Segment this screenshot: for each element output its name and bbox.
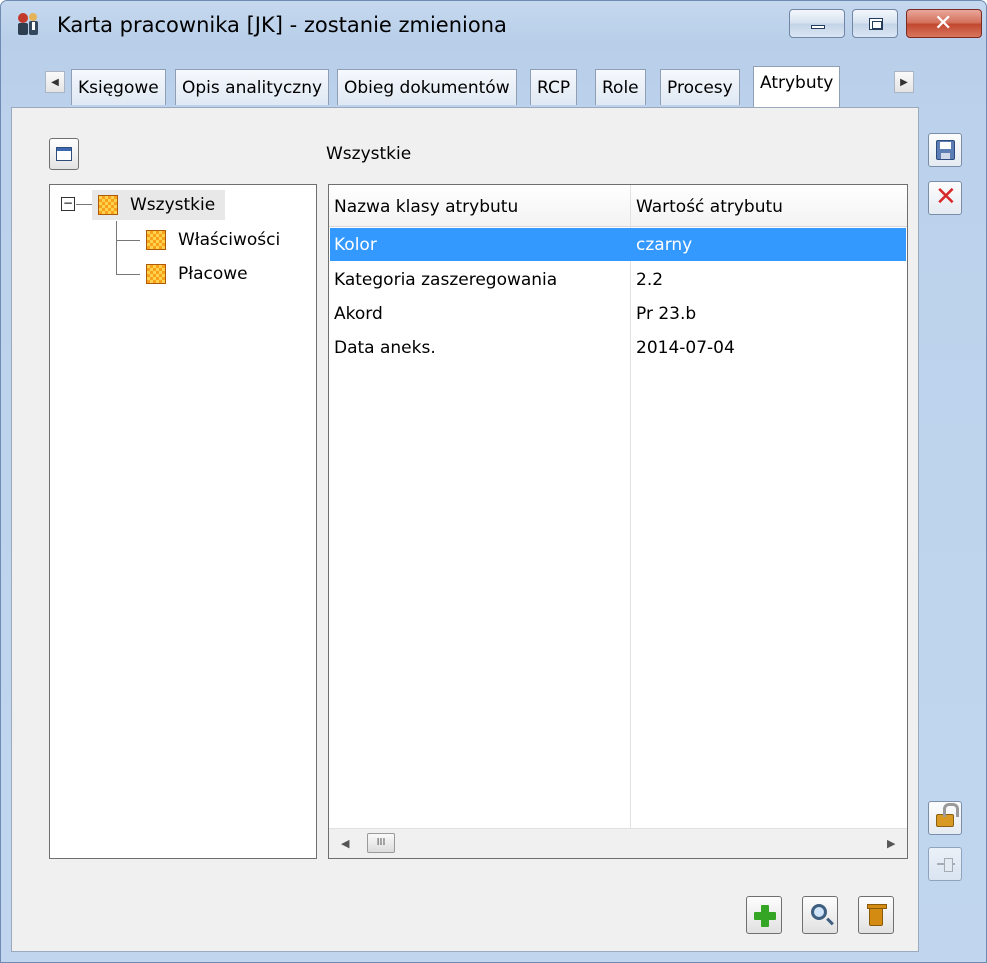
- attributes-grid[interactable]: Nazwa klasy atrybutu Wartość atrybutu Ko…: [328, 184, 908, 859]
- tab-label: Księgowe: [78, 78, 159, 98]
- title-bar[interactable]: Karta pracownika [JK] - zostanie zmienio…: [1, 1, 987, 51]
- tree-node-wszystkie[interactable]: Wszystkie: [92, 190, 226, 220]
- attribute-group-icon: [146, 264, 166, 284]
- unlock-icon: [936, 803, 959, 827]
- tab-atrybuty[interactable]: Atrybuty: [753, 66, 841, 107]
- tree-node-label: Wszystkie: [130, 195, 216, 215]
- horizontal-scrollbar[interactable]: ◀ III ▶: [329, 828, 907, 858]
- attribute-class-tree[interactable]: − Wszystkie Właściwości Płacowe: [49, 184, 317, 859]
- arrow-left-icon: ◀: [51, 76, 59, 88]
- tree-node-label: Właściwości: [178, 230, 281, 250]
- magnifier-icon: [811, 904, 827, 920]
- unlock-button[interactable]: [928, 801, 962, 835]
- table-row[interactable]: Kategoria zaszeregowania 2.2: [330, 263, 906, 296]
- close-window-button[interactable]: ✕: [906, 9, 982, 38]
- cell-class-name: Kategoria zaszeregowania: [334, 270, 558, 290]
- tab-label: Atrybuty: [760, 73, 834, 93]
- toggle-tree-button[interactable]: [49, 138, 79, 170]
- scroll-left-icon[interactable]: ◀: [341, 837, 349, 850]
- tab-label: Role: [602, 78, 639, 98]
- table-row[interactable]: Data aneks. 2014-07-04: [330, 331, 906, 364]
- cell-class-name: Kolor: [334, 235, 377, 255]
- window-icon: [56, 147, 72, 161]
- grid-header: Nazwa klasy atrybutu Wartość atrybutu: [329, 185, 907, 227]
- tree-connector: [116, 274, 140, 275]
- group-label: Wszystkie: [326, 144, 412, 164]
- tab-label: Opis analityczny: [182, 78, 323, 98]
- tab-ksiegowe[interactable]: Księgowe: [71, 69, 166, 105]
- tree-node-label: Płacowe: [178, 264, 248, 284]
- tab-scroll-right-button[interactable]: ▶: [894, 71, 914, 93]
- cell-class-name: Data aneks.: [334, 338, 436, 358]
- cell-value: 2.2: [636, 270, 664, 290]
- scroll-right-icon[interactable]: ▶: [887, 837, 895, 850]
- cell-value: Pr 23.b: [636, 304, 697, 324]
- tab-role[interactable]: Role: [595, 69, 646, 105]
- tab-label: Obieg dokumentów: [344, 78, 510, 98]
- employee-icon: [18, 13, 38, 35]
- cell-class-name: Akord: [334, 304, 383, 324]
- arrow-right-icon: ▶: [900, 76, 908, 88]
- window: Karta pracownika [JK] - zostanie zmienio…: [0, 0, 987, 963]
- tree-connector: [76, 204, 92, 205]
- restore-icon: [869, 18, 883, 30]
- column-header-class-name[interactable]: Nazwa klasy atrybutu: [334, 197, 518, 217]
- cancel-button[interactable]: ✕: [928, 181, 962, 215]
- column-header-value[interactable]: Wartość atrybutu: [636, 197, 783, 217]
- scrollbar-thumb[interactable]: III: [367, 833, 395, 853]
- minimize-icon: [811, 25, 825, 29]
- plus-icon: [754, 905, 776, 927]
- tree-connector: [116, 221, 117, 275]
- tab-label: RCP: [537, 78, 571, 98]
- cell-value: 2014-07-04: [636, 338, 735, 358]
- table-row[interactable]: Kolor czarny: [330, 228, 906, 261]
- tree-node-placowe[interactable]: Płacowe: [146, 259, 248, 289]
- attribute-group-icon: [146, 230, 166, 250]
- tab-procesy[interactable]: Procesy: [660, 69, 740, 105]
- save-icon: [936, 140, 955, 160]
- tree-node-wlasciwosci[interactable]: Właściwości: [146, 225, 280, 255]
- close-icon: ✕: [935, 182, 957, 212]
- save-button[interactable]: [928, 133, 962, 167]
- tab-label: Procesy: [667, 78, 733, 98]
- tab-scroll-left-button[interactable]: ◀: [45, 71, 65, 93]
- delete-attribute-button[interactable]: [858, 896, 894, 934]
- collapse-icon[interactable]: −: [61, 197, 75, 211]
- attribute-group-icon: [98, 195, 118, 215]
- splitter[interactable]: [317, 184, 328, 859]
- tab-rcp[interactable]: RCP: [530, 69, 578, 105]
- tree-connector: [116, 240, 140, 241]
- cell-value: czarny: [636, 235, 693, 255]
- tab-obieg-dokumentow[interactable]: Obieg dokumentów: [337, 69, 517, 105]
- pin-button[interactable]: [928, 847, 962, 881]
- tab-opis-analityczny[interactable]: Opis analityczny: [175, 69, 330, 105]
- pin-icon: [937, 858, 955, 872]
- minimize-button[interactable]: [789, 9, 845, 38]
- window-title: Karta pracownika [JK] - zostanie zmienio…: [57, 13, 507, 37]
- maximize-button[interactable]: [852, 9, 898, 38]
- table-row[interactable]: Akord Pr 23.b: [330, 297, 906, 330]
- attributes-panel: Wszystkie − Wszystkie Właściwości Płacow…: [11, 107, 919, 952]
- view-attribute-button[interactable]: [802, 896, 838, 934]
- trash-icon: [867, 904, 887, 926]
- add-attribute-button[interactable]: [746, 896, 782, 934]
- close-icon: ✕: [934, 11, 953, 36]
- tab-strip: ◀ Księgowe Opis analityczny Obieg dokume…: [1, 65, 987, 107]
